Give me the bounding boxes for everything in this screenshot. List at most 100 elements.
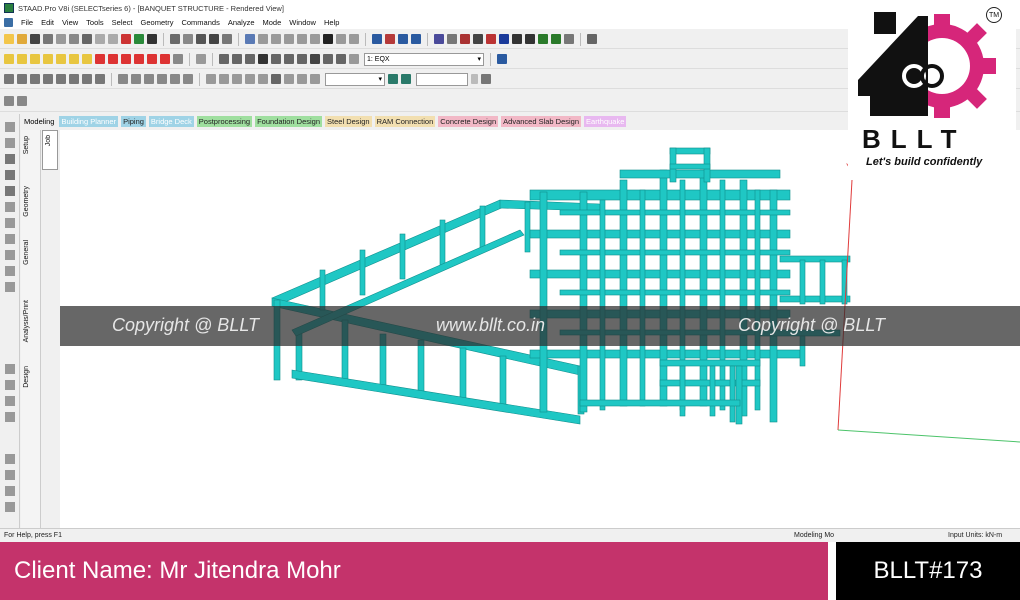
plate-label-icon[interactable] [232,74,242,84]
menu-mode[interactable]: Mode [263,18,282,27]
add-beam-icon[interactable] [17,74,27,84]
hammer-icon[interactable] [147,34,157,44]
delete-icon[interactable] [121,34,131,44]
zoom-out-icon[interactable] [232,54,242,64]
load-display-icon[interactable] [297,74,307,84]
structure-diagram-icon[interactable] [271,74,281,84]
select-plate-icon[interactable] [271,34,281,44]
grid-settings-icon[interactable] [17,95,27,106]
select-solid-icon[interactable] [284,34,294,44]
split-beam-icon[interactable] [118,74,128,84]
tab-postprocessing[interactable]: Postprocessing [196,115,253,127]
new-file-icon[interactable] [4,34,14,44]
preview-icon[interactable] [183,34,193,44]
select-node-icon[interactable] [245,34,255,44]
editor-icon[interactable] [401,74,411,84]
plate-cursor-icon[interactable] [5,170,15,180]
tool-icon[interactable] [5,454,15,464]
view-back-icon[interactable] [56,54,66,64]
move-icon[interactable] [183,74,193,84]
menu-analyze[interactable]: Analyze [228,18,255,27]
tool-icon[interactable] [5,502,15,512]
zoom-previous-icon[interactable] [284,54,294,64]
select-icon[interactable] [5,138,15,148]
isometric-view-icon[interactable] [43,54,53,64]
tab-modeling[interactable]: Modeling [22,116,56,127]
tab-geometry[interactable]: Geometry [23,186,30,217]
spin-right-icon[interactable] [160,54,170,64]
select-beam-icon[interactable] [258,34,268,44]
tool-icon[interactable] [5,266,15,276]
undo-icon[interactable] [95,34,105,44]
node-label-icon[interactable] [206,74,216,84]
connect-beams-icon[interactable] [131,74,141,84]
spinner-icon[interactable] [471,74,478,84]
tab-design[interactable]: Design [23,366,30,388]
tab-concrete-design[interactable]: Concrete Design [438,115,499,127]
renumber-icon[interactable] [170,74,180,84]
save-view-icon[interactable] [349,54,359,64]
page-control-icon[interactable] [4,95,14,106]
redo-icon[interactable] [108,34,118,44]
tab-steel-design[interactable]: Steel Design [325,115,372,127]
shrink-icon[interactable] [258,74,268,84]
cursor-icon[interactable] [5,122,15,132]
tab-piping[interactable]: Piping [121,115,146,127]
merge-icon[interactable] [157,74,167,84]
beam-label-icon[interactable] [219,74,229,84]
add-plate-icon[interactable] [30,74,40,84]
check-icon[interactable] [336,34,346,44]
paste-icon[interactable] [82,34,92,44]
intersect-icon[interactable] [144,74,154,84]
menu-window[interactable]: Window [289,18,316,27]
rotate-down-icon[interactable] [108,54,118,64]
magnify-icon[interactable] [297,54,307,64]
tool-icon[interactable] [5,396,15,406]
snapshot-icon[interactable] [209,34,219,44]
geometry-cursor-icon[interactable] [5,202,15,212]
save-icon[interactable] [30,34,40,44]
results-icon[interactable] [564,34,574,44]
tab-earthquake[interactable]: Earthquake [584,115,627,127]
open-folder-icon[interactable] [17,34,27,44]
tab-advanced-slab-design[interactable]: Advanced Slab Design [501,115,582,127]
insert-node-icon[interactable] [95,74,105,84]
tool-icon[interactable] [5,282,15,292]
tab-building-planner[interactable]: Building Planner [59,115,119,127]
pan-icon[interactable] [173,54,183,64]
tool-icon[interactable] [5,250,15,260]
plate-icon[interactable] [460,34,470,44]
tab-foundation-design[interactable]: Foundation Design [255,115,323,127]
window-icon[interactable] [587,34,597,44]
beam-cursor-icon[interactable] [5,154,15,164]
help-query-icon[interactable] [323,34,333,44]
translational-repeat-icon[interactable] [56,74,66,84]
tool-icon[interactable] [5,218,15,228]
zoom-window-icon[interactable] [245,54,255,64]
tool-icon[interactable] [5,380,15,390]
print-icon[interactable] [43,34,53,44]
support-icon[interactable] [486,34,496,44]
pin-icon[interactable] [497,54,507,64]
tool-icon[interactable] [5,470,15,480]
tool-icon[interactable] [5,234,15,244]
page-setup-icon[interactable] [170,34,180,44]
tab-general[interactable]: General [23,240,30,265]
job-tab[interactable]: Job [42,130,58,170]
3d-render-icon[interactable] [245,74,255,84]
load-case-dropdown[interactable]: 1: EQX ▾ [364,52,484,66]
value-input[interactable] [416,72,468,86]
rotate-icon[interactable] [372,34,382,44]
arrow-down-icon[interactable] [481,74,491,84]
zoom-dynamic-icon[interactable] [271,54,281,64]
menu-geometry[interactable]: Geometry [141,18,174,27]
select-surface-icon[interactable] [297,34,307,44]
new-view-icon[interactable] [310,54,320,64]
rotate-up-icon[interactable] [95,54,105,64]
add-solid-icon[interactable] [43,74,53,84]
camera-icon[interactable] [196,34,206,44]
select-geometry-icon[interactable] [310,34,320,44]
property-icon[interactable] [499,34,509,44]
menu-edit[interactable]: Edit [41,18,54,27]
view-bottom-icon[interactable] [82,54,92,64]
